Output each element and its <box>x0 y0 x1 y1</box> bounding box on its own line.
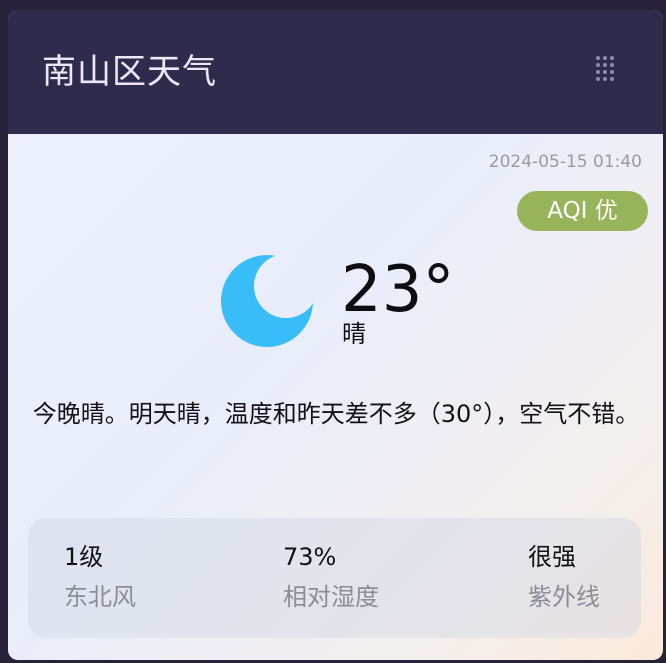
update-timestamp: 2024-05-15 01:40 <box>488 152 642 172</box>
card-header: 南山区天气 <box>8 10 663 134</box>
weather-summary: 今晚晴。明天晴，温度和昨天差不多（30°），空气不错。 <box>32 400 640 428</box>
humidity-label: 相对湿度 <box>283 583 379 611</box>
wind-level: 1级 <box>64 543 104 571</box>
weather-condition: 晴 <box>342 320 366 348</box>
stat-uv: 很强 紫外线 <box>528 540 600 614</box>
uv-label: 紫外线 <box>528 583 600 611</box>
stat-wind: 1级 东北风 <box>64 540 136 614</box>
temperature-value: 23° <box>341 253 455 327</box>
grid-dots-icon[interactable] <box>594 55 616 81</box>
stat-humidity: 73% 相对湿度 <box>283 540 379 614</box>
uv-value: 很强 <box>528 543 576 571</box>
page-title: 南山区天气 <box>42 52 217 92</box>
wind-direction: 东北风 <box>64 583 136 611</box>
moon-icon <box>221 255 313 347</box>
stats-panel: 1级 东北风 73% 相对湿度 很强 紫外线 <box>28 518 641 638</box>
humidity-value: 73% <box>283 543 337 571</box>
weather-card: 南山区天气 2024-05-15 01:40 AQI 优 23° 晴 今晚晴。明… <box>8 10 663 660</box>
aqi-badge: AQI 优 <box>517 191 648 231</box>
